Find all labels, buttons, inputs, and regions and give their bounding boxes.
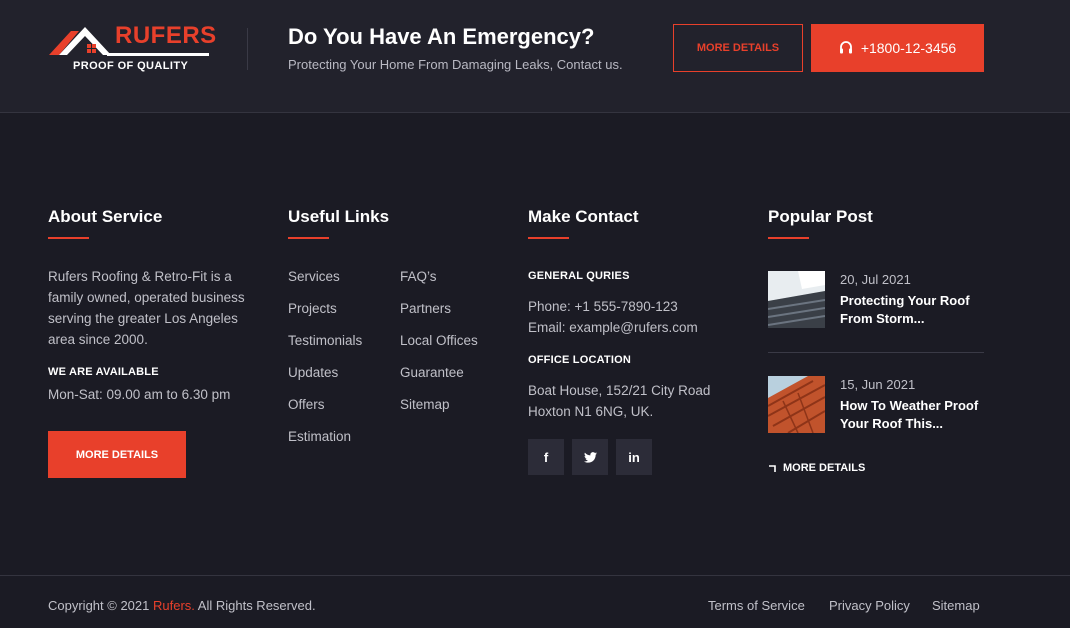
link-offers[interactable]: Offers xyxy=(288,394,362,426)
headset-icon xyxy=(839,41,852,54)
facebook-icon: f xyxy=(543,449,549,465)
about-more-details-button[interactable]: MORE DETAILS xyxy=(48,431,186,478)
twitter-icon xyxy=(583,451,597,463)
linkedin-button[interactable]: in xyxy=(616,439,652,475)
emergency-subtitle: Protecting Your Home From Damaging Leaks… xyxy=(288,57,623,72)
phone-number: +1800-12-3456 xyxy=(860,40,957,56)
link-local-offices[interactable]: Local Offices xyxy=(400,330,478,362)
about-underline xyxy=(48,237,89,239)
copyright: Copyright © 2021 Rufers. All Rights Rese… xyxy=(48,598,316,613)
useful-links-list-1: Services Projects Testimonials Updates O… xyxy=(288,266,362,458)
link-projects[interactable]: Projects xyxy=(288,298,362,330)
popular-post-title: Popular Post xyxy=(768,207,873,226)
post-date-2: 15, Jun 2021 xyxy=(840,377,916,392)
privacy-policy-link[interactable]: Privacy Policy xyxy=(829,598,910,613)
facebook-button[interactable]: f xyxy=(528,439,564,475)
twitter-button[interactable] xyxy=(572,439,608,475)
link-estimation[interactable]: Estimation xyxy=(288,426,362,458)
post-thumbnail-2[interactable] xyxy=(768,376,825,433)
link-guarantee[interactable]: Guarantee xyxy=(400,362,478,394)
contact-underline xyxy=(528,237,569,239)
useful-links-list-2: FAQ’s Partners Local Offices Guarantee S… xyxy=(400,266,478,426)
link-partners[interactable]: Partners xyxy=(400,298,478,330)
copyright-brand-link[interactable]: Rufers. xyxy=(153,598,195,613)
link-services[interactable]: Services xyxy=(288,266,362,298)
copyright-suffix: All Rights Reserved. xyxy=(194,598,316,613)
bottom-divider xyxy=(0,575,1070,576)
post-separator xyxy=(768,352,984,353)
call-phone-button[interactable]: +1800-12-3456 xyxy=(811,24,984,72)
emergency-bar: RUFERS PROOF OF QUALITY Do You Have An E… xyxy=(0,0,1070,113)
post-date-1: 20, Jul 2021 xyxy=(840,272,911,287)
contact-email[interactable]: Email: example@rufers.com xyxy=(528,317,698,338)
useful-links-title: Useful Links xyxy=(288,207,390,226)
useful-links-underline xyxy=(288,237,329,239)
terms-of-service-link[interactable]: Terms of Service xyxy=(708,598,805,613)
emergency-title: Do You Have An Emergency? xyxy=(288,24,595,49)
about-text: Rufers Roofing & Retro-Fit is a family o… xyxy=(48,269,245,347)
link-updates[interactable]: Updates xyxy=(288,362,362,394)
post-title-1[interactable]: Protecting Your Roof From Storm... xyxy=(840,292,990,328)
corner-arrow-icon xyxy=(769,464,776,472)
footer-sitemap-link[interactable]: Sitemap xyxy=(932,598,980,613)
address-line-2: Hoxton N1 6NG, UK. xyxy=(528,404,654,419)
contact-phone[interactable]: Phone: +1 555-7890-123 xyxy=(528,296,678,317)
address-line-1: Boat House, 152/21 City Road xyxy=(528,383,711,398)
link-sitemap[interactable]: Sitemap xyxy=(400,394,478,426)
link-faqs[interactable]: FAQ’s xyxy=(400,266,478,298)
popular-more-label: MORE DETAILS xyxy=(783,462,866,474)
about-title: About Service xyxy=(48,207,163,226)
linkedin-icon: in xyxy=(628,449,640,465)
copyright-prefix: Copyright © 2021 xyxy=(48,598,153,613)
link-testimonials[interactable]: Testimonials xyxy=(288,330,362,362)
office-location-label: OFFICE LOCATION xyxy=(528,354,632,366)
availability-hours: Mon-Sat: 09.00 am to 6.30 pm xyxy=(48,387,231,402)
availability-label: WE ARE AVAILABLE xyxy=(48,366,159,378)
popular-post-underline xyxy=(768,237,809,239)
emergency-more-details-button[interactable]: MORE DETAILS xyxy=(673,24,803,72)
contact-title: Make Contact xyxy=(528,207,639,226)
general-queries-label: GENERAL QURIES xyxy=(528,270,630,282)
logo-wordmark: RUFERS xyxy=(115,22,217,49)
logo-tagline: PROOF OF QUALITY xyxy=(73,60,189,72)
popular-more-details-link[interactable]: MORE DETAILS xyxy=(768,462,865,474)
post-title-2[interactable]: How To Weather Proof Your Roof This... xyxy=(840,397,990,433)
post-thumbnail-1[interactable] xyxy=(768,271,825,328)
header-divider xyxy=(247,28,248,70)
logo[interactable]: RUFERS PROOF OF QUALITY xyxy=(49,22,216,74)
